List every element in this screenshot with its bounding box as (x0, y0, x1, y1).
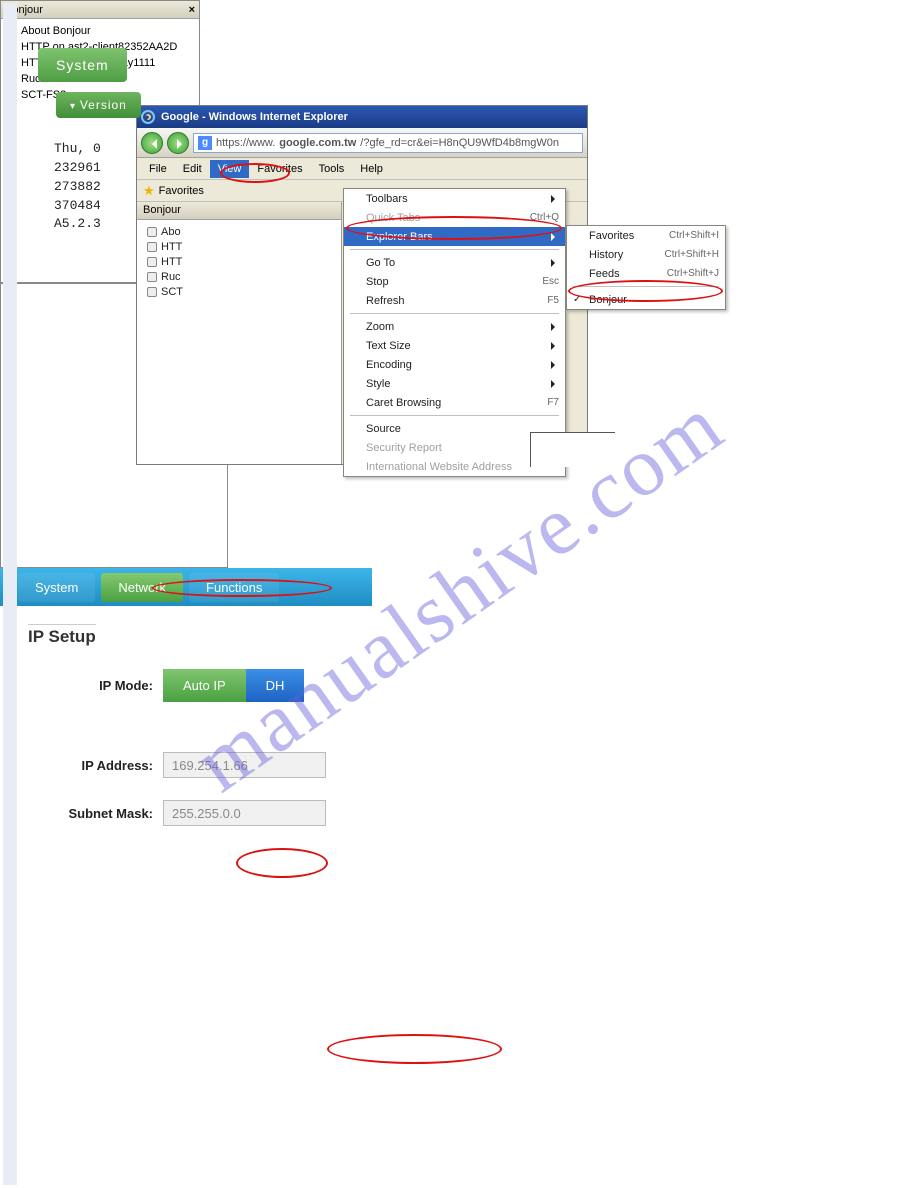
scrollbar[interactable] (3, 283, 17, 568)
system-page: System Version Thu, 0 232961 273882 3704… (0, 283, 228, 568)
